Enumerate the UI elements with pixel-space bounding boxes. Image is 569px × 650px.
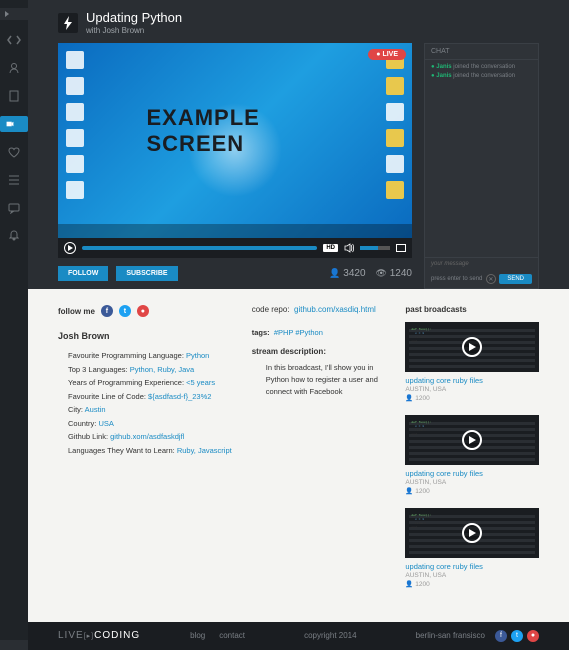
volume-icon[interactable] xyxy=(344,243,354,253)
stream-title: Updating Python xyxy=(86,10,182,25)
profile-list: Favourite Programming Language: PythonTo… xyxy=(58,349,232,457)
profile-item: Top 3 Languages: Python, Ruby, Java xyxy=(68,363,232,377)
past-broadcasts-label: past broadcasts xyxy=(405,305,539,314)
follow-button[interactable]: FOLLOW xyxy=(58,266,108,281)
play-icon xyxy=(462,523,482,543)
user-icon[interactable] xyxy=(6,60,22,76)
chat-hint: press enter to send xyxy=(431,276,482,282)
chat-input[interactable]: your message xyxy=(425,257,538,270)
volume-slider[interactable] xyxy=(360,246,390,250)
subscribe-button[interactable]: SUBSCRIBE xyxy=(116,266,177,281)
chat-body: ● Janis joined the conversation ● Janis j… xyxy=(425,60,538,257)
video-controls: HD xyxy=(58,238,412,258)
past-item-views: 👤 1200 xyxy=(405,394,539,403)
play-icon xyxy=(462,430,482,450)
stream-author: with Josh Brown xyxy=(86,26,182,35)
repo-row: code repo: github.com/xasdiq.html xyxy=(252,305,386,314)
sidebar-expand-icon[interactable] xyxy=(0,8,28,20)
description-text: In this broadcast, I'll show you in Pyth… xyxy=(252,362,386,398)
follow-row: follow me f t ● xyxy=(58,305,232,317)
action-row: FOLLOW SUBSCRIBE 👤 3420 👁 1240 xyxy=(58,258,412,289)
favorites-stat: 👁 1240 xyxy=(376,268,412,279)
tags-row: tags: #PHP #Python xyxy=(252,328,386,337)
stream-header: Updating Python with Josh Brown xyxy=(28,0,569,43)
chat-header: CHAT xyxy=(425,44,538,60)
past-item-location: AUSTIN, USA xyxy=(405,571,539,580)
play-button[interactable] xyxy=(64,242,76,254)
follow-label: follow me xyxy=(58,307,95,316)
past-item-location: AUSTIN, USA xyxy=(405,478,539,487)
past-item-location: AUSTIN, USA xyxy=(405,385,539,394)
profile-item: Languages They Want to Learn: Ruby, Java… xyxy=(68,444,232,458)
profile-name: Josh Brown xyxy=(58,331,232,341)
tags-link[interactable]: #PHP #Python xyxy=(274,328,323,337)
past-thumb[interactable]: def func(): x = 1 returnend xyxy=(405,508,539,558)
past-broadcast-item: def func(): x = 1 returnend updating core… xyxy=(405,508,539,589)
past-thumb[interactable]: def func(): x = 1 returnend xyxy=(405,322,539,372)
list-icon[interactable] xyxy=(6,172,22,188)
logo: LIVE[▸]CODING xyxy=(58,630,140,641)
send-button[interactable]: SEND xyxy=(499,274,532,284)
chat-line: ● Janis joined the conversation xyxy=(431,73,532,79)
past-item-views: 👤 1200 xyxy=(405,487,539,496)
profile-item: Github Link: github.xom/asdfaskdjfl xyxy=(68,430,232,444)
sidebar xyxy=(0,0,28,640)
contact-link[interactable]: contact xyxy=(219,631,245,640)
taskbar xyxy=(58,224,412,238)
chat-icon[interactable] xyxy=(6,200,22,216)
past-broadcast-item: def func(): x = 1 returnend updating core… xyxy=(405,415,539,496)
profile-item: Favourite Line of Code: ${asdfasd-f}_23%… xyxy=(68,390,232,404)
footer-location: berlin-san fransisco xyxy=(416,631,485,640)
chat-line: ● Janis joined the conversation xyxy=(431,64,532,70)
chat-clear-icon[interactable]: ✕ xyxy=(486,274,496,284)
bell-icon[interactable] xyxy=(6,228,22,244)
hd-badge: HD xyxy=(323,244,338,252)
profile-item: City: Austin xyxy=(68,403,232,417)
live-badge: ● LIVE xyxy=(368,49,406,60)
progress-bar[interactable] xyxy=(82,246,317,250)
footer: LIVE[▸]CODING blog contact copyright 201… xyxy=(28,622,569,650)
video-icon[interactable] xyxy=(0,116,28,132)
description-label: stream description: xyxy=(252,347,386,356)
profile-item: Country: USA xyxy=(68,417,232,431)
reddit-icon[interactable]: ● xyxy=(137,305,149,317)
facebook-icon[interactable]: f xyxy=(101,305,113,317)
past-thumb[interactable]: def func(): x = 1 returnend xyxy=(405,415,539,465)
video-overlay-text: EXAMPLE SCREEN xyxy=(147,105,324,157)
past-broadcasts-list: def func(): x = 1 returnend updating core… xyxy=(405,322,539,590)
past-item-views: 👤 1200 xyxy=(405,580,539,589)
main-content: Updating Python with Josh Brown EXAMPLE … xyxy=(28,0,569,650)
play-icon xyxy=(462,337,482,357)
repo-link[interactable]: github.com/xasdiq.html xyxy=(294,305,376,314)
stream-stats: 👤 3420 👁 1240 xyxy=(329,268,412,279)
desktop-icons-left xyxy=(66,51,84,199)
viewers-stat: 👤 3420 xyxy=(329,268,365,279)
profile-item: Favourite Programming Language: Python xyxy=(68,349,232,363)
lightning-icon xyxy=(58,13,78,33)
past-item-title[interactable]: updating core ruby files xyxy=(405,469,539,478)
copyright: copyright 2014 xyxy=(245,631,416,640)
desktop-icons-right xyxy=(386,51,404,199)
footer-links: blog contact xyxy=(190,631,245,640)
chat-footer: press enter to send ✕ SEND xyxy=(425,270,538,288)
chat-panel: CHAT ● Janis joined the conversation● Ja… xyxy=(424,43,539,289)
fullscreen-button[interactable] xyxy=(396,244,406,252)
heart-icon[interactable] xyxy=(6,144,22,160)
profile-item: Years of Programming Experience: <5 year… xyxy=(68,376,232,390)
info-section: follow me f t ● Josh Brown Favourite Pro… xyxy=(28,289,569,622)
code-icon[interactable] xyxy=(6,32,22,48)
file-icon[interactable] xyxy=(6,88,22,104)
past-broadcast-item: def func(): x = 1 returnend updating core… xyxy=(405,322,539,403)
past-item-title[interactable]: updating core ruby files xyxy=(405,376,539,385)
twitter-icon[interactable]: t xyxy=(119,305,131,317)
past-item-title[interactable]: updating core ruby files xyxy=(405,562,539,571)
blog-link[interactable]: blog xyxy=(190,631,205,640)
video-player[interactable]: EXAMPLE SCREEN ● LIVE xyxy=(58,43,412,238)
